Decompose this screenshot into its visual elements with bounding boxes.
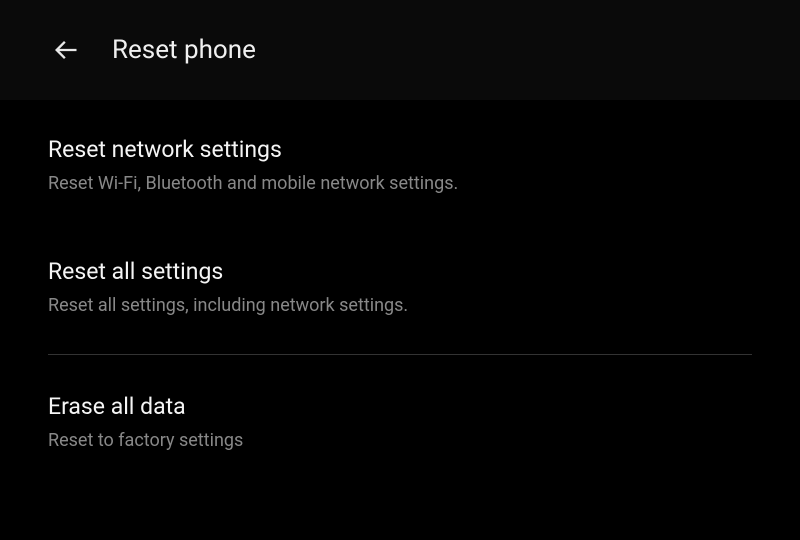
item-subtitle: Reset all settings, including network se…: [48, 295, 752, 316]
item-title: Reset all settings: [48, 258, 752, 285]
settings-list: Reset network settings Reset Wi-Fi, Blue…: [0, 100, 800, 483]
item-subtitle: Reset Wi-Fi, Bluetooth and mobile networ…: [48, 173, 752, 194]
item-title: Erase all data: [48, 393, 752, 420]
page-title: Reset phone: [112, 35, 256, 65]
divider: [48, 354, 752, 355]
reset-network-settings-item[interactable]: Reset network settings Reset Wi-Fi, Blue…: [48, 100, 752, 226]
erase-all-data-item[interactable]: Erase all data Reset to factory settings: [48, 361, 752, 483]
back-arrow-icon[interactable]: [48, 32, 84, 68]
reset-all-settings-item[interactable]: Reset all settings Reset all settings, i…: [48, 226, 752, 348]
header: Reset phone: [0, 0, 800, 100]
item-subtitle: Reset to factory settings: [48, 430, 752, 451]
item-title: Reset network settings: [48, 136, 752, 163]
